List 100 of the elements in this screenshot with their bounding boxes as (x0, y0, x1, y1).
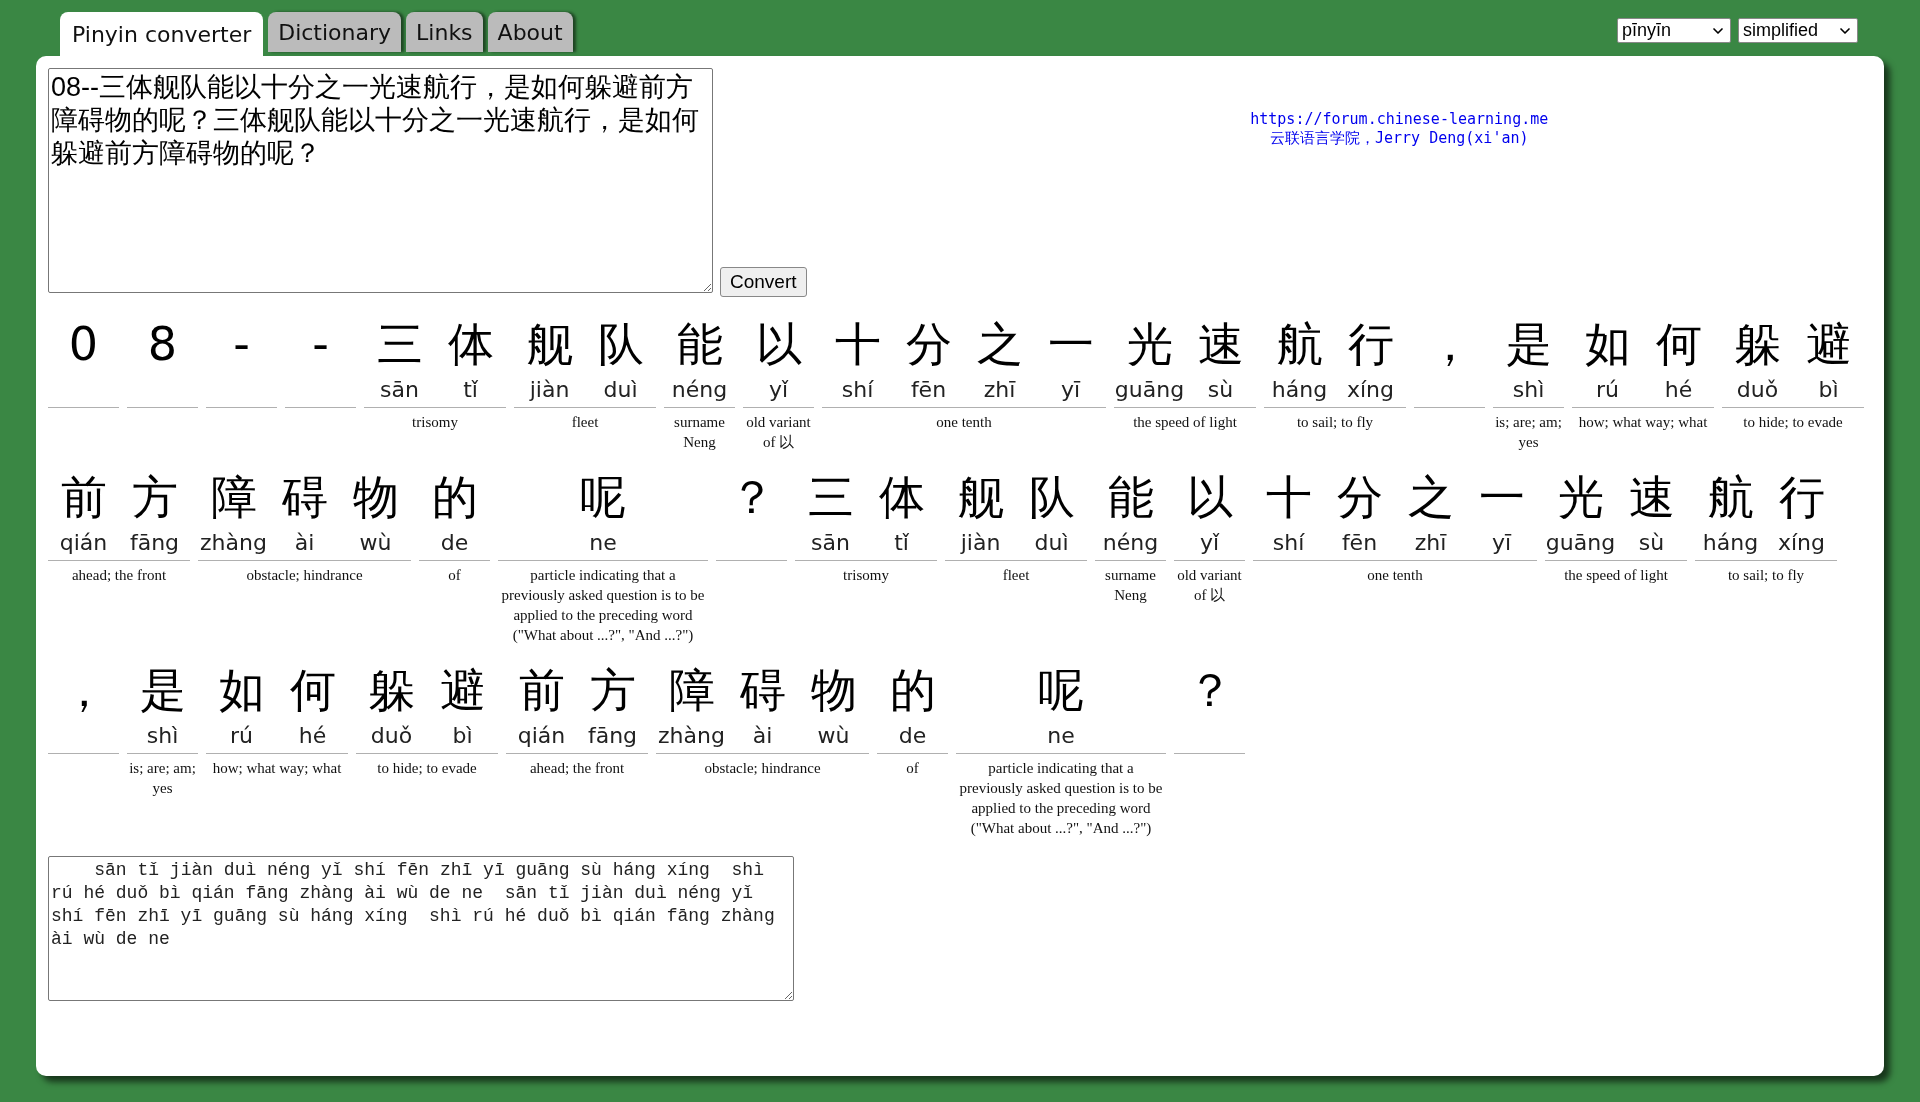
hanzi-character: 队 (597, 316, 644, 373)
hanzi-character: 十 (834, 316, 881, 373)
pinyin-text: yǐ (1199, 529, 1220, 557)
pinyin-text: ài (752, 722, 773, 750)
pinyin-text: shì (1512, 376, 1545, 404)
pinyin-text: tǐ (894, 529, 909, 557)
pinyin-text: sù (1207, 376, 1234, 404)
hanzi-character: 三 (807, 469, 854, 526)
pinyin-text: fēn (1341, 529, 1378, 557)
pinyin-text: bì (1818, 376, 1839, 404)
pinyin-output-field[interactable]: sān tǐ jiàn duì néng yǐ shí fēn zhī yī guāng sù háng xíng shì rú hé duǒ bì qián fāng zhàng ài wù de ne sān tǐ jiàn duì néng yǐ shí fēn zhī yī guāng sù háng xíng shì rú hé duǒ bì qián fāng zhàng ài wù de ne (48, 856, 794, 1001)
hanzi-character: 以 (1186, 469, 1233, 526)
hanzi-character: 方 (131, 469, 178, 526)
hanzi-character: 一 (1047, 316, 1094, 373)
definition-text: ahead; the front (528, 759, 626, 778)
pinyin-text: ài (294, 529, 315, 557)
definition-text: trisomy (842, 566, 890, 585)
pinyin-text: qián (517, 722, 566, 750)
definition-text: the speed of light (1132, 413, 1238, 432)
definition-text: how; what way; what (1577, 413, 1709, 432)
definition-text: one tenth (1366, 566, 1424, 585)
pinyin-text: wù (359, 529, 392, 557)
forum-link[interactable]: https://forum.chinese-learning.me (1250, 110, 1549, 129)
pinyin-text: de (440, 529, 469, 557)
hanzi-character: - (233, 316, 250, 373)
pinyin-text: fāng (587, 722, 638, 750)
hanzi-character: 队 (1028, 469, 1075, 526)
definition-text: to sail; to fly (1295, 413, 1375, 432)
hanzi-character: 航 (1707, 469, 1754, 526)
definition-text: to hide; to evade (376, 759, 478, 778)
pinyin-text: hé (1664, 376, 1693, 404)
pinyin-text: duì (1034, 529, 1069, 557)
hanzi-character: 光 (1126, 316, 1173, 373)
chinese-input-field[interactable]: 08--三体舰队能以十分之一光速航行，是如何躲避前方障碍物的呢？三体舰队能以十分之一光速航行，是如何躲避前方障碍物的呢？ (48, 68, 713, 293)
convert-button[interactable]: Convert (720, 267, 807, 297)
hanzi-character: 以 (755, 316, 802, 373)
hanzi-character: 能 (676, 316, 723, 373)
hanzi-character: 呢 (580, 469, 626, 526)
pinyin-text: háng (1271, 376, 1328, 404)
hanzi-character: 前 (518, 662, 565, 719)
hanzi-character: 之 (976, 316, 1023, 373)
pinyin-text: bì (452, 722, 473, 750)
definition-text: of (905, 759, 920, 778)
pinyin-text: qián (59, 529, 108, 557)
hanzi-character: 如 (1584, 316, 1631, 373)
hanzi-character: 体 (447, 316, 494, 373)
definition-text: to hide; to evade (1742, 413, 1844, 432)
definition-text: old variant of 以 (745, 413, 812, 452)
tab[interactable]: Dictionary (268, 12, 402, 52)
hanzi-character: 体 (878, 469, 925, 526)
pinyin-text: shì (146, 722, 179, 750)
pinyin-text: xíng (1777, 529, 1825, 557)
dropdown-select[interactable]: simplified (1738, 18, 1858, 43)
pinyin-text: néng (671, 376, 728, 404)
hanzi-character: 躲 (1734, 316, 1781, 373)
pinyin-text: zhàng (200, 529, 267, 557)
hanzi-character: 何 (289, 662, 336, 719)
pinyin-text: shí (841, 376, 874, 404)
pinyin-text: jiàn (529, 376, 570, 404)
definition-text: fleet (1001, 566, 1031, 585)
pinyin-text: yī (1060, 376, 1081, 404)
hanzi-character: 碍 (281, 469, 328, 526)
tab[interactable]: Links (406, 12, 483, 52)
pinyin-text: jiàn (960, 529, 1001, 557)
hanzi-character: 一 (1478, 469, 1525, 526)
definition-text: ahead; the front (70, 566, 168, 585)
hanzi-character: ？ (1186, 662, 1233, 719)
definition-text: the speed of light (1563, 566, 1669, 585)
pinyin-text: zhī (1414, 529, 1447, 557)
pinyin-text: shí (1272, 529, 1305, 557)
hanzi-character: ， (1426, 316, 1473, 373)
pinyin-text: fāng (129, 529, 180, 557)
hanzi-character: 是 (139, 662, 186, 719)
pinyin-text: hé (298, 722, 327, 750)
tab[interactable]: Pinyin converter (60, 12, 264, 56)
hanzi-character: - (312, 316, 329, 373)
hanzi-character: ， (60, 662, 107, 719)
definition-text: surname Neng (1104, 566, 1157, 605)
pinyin-text: sù (1638, 529, 1665, 557)
hanzi-character: 之 (1407, 469, 1454, 526)
definition-text: trisomy (411, 413, 459, 432)
hanzi-character: 物 (352, 469, 399, 526)
pinyin-text: tǐ (463, 376, 478, 404)
pinyin-text: guāng (1114, 376, 1185, 404)
pinyin-text: ne (589, 529, 617, 557)
hanzi-character: 障 (210, 469, 257, 526)
pinyin-text: ne (1047, 722, 1075, 750)
definition-text: is; are; am; yes (1494, 413, 1563, 452)
pinyin-text: fēn (910, 376, 947, 404)
hanzi-character: 碍 (739, 662, 786, 719)
hanzi-character: 躲 (368, 662, 415, 719)
author-credit: 云联语言学院，Jerry Deng(xi'an) (1270, 129, 1529, 148)
definition-text: fleet (570, 413, 600, 432)
pinyin-text: néng (1102, 529, 1159, 557)
pinyin-text: sān (380, 376, 419, 404)
tab[interactable]: About (487, 12, 573, 52)
pinyin-text: rú (230, 722, 253, 750)
hanzi-character: 的 (431, 469, 478, 526)
pinyin-text: wù (817, 722, 850, 750)
dropdown-select[interactable]: pīnyīn (1617, 18, 1731, 43)
